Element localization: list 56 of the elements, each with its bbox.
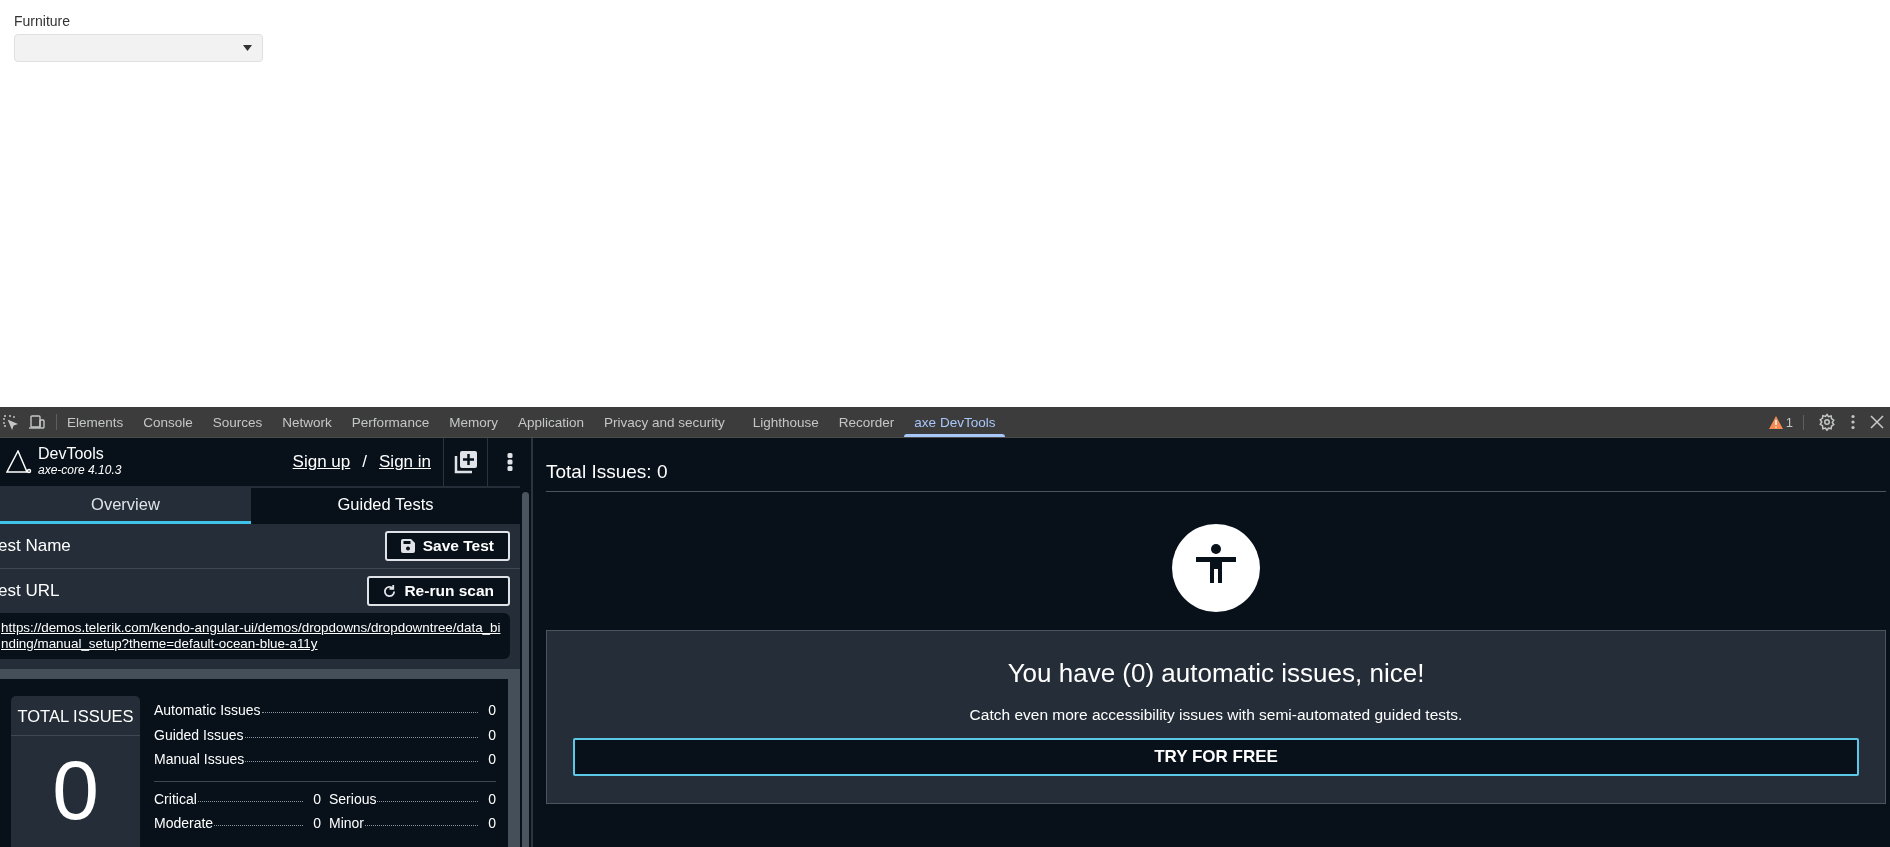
total-issues-title: TOTAL ISSUES: [11, 696, 140, 736]
sign-in-link[interactable]: Sign in: [379, 452, 431, 472]
brand-name: DevTools: [38, 446, 105, 462]
save-test-button[interactable]: Save Test: [384, 531, 510, 561]
issue-type-label: Guided Issues: [154, 726, 244, 743]
devtools-tab[interactable]: Elements: [57, 407, 134, 437]
settings-icon[interactable]: [1818, 413, 1836, 431]
devtools-tab[interactable]: Memory: [439, 407, 508, 437]
issue-count: 0: [488, 702, 496, 718]
warning-icon: [1768, 415, 1783, 429]
result-subtext: Catch even more accessibility issues with semi-automated guided tests.: [969, 706, 1463, 724]
device-toggle-icon[interactable]: [28, 414, 46, 430]
caret-icon: [243, 45, 252, 51]
triangle-logo-icon: [6, 450, 32, 474]
issue-type-label: Automatic Issues: [154, 702, 261, 718]
engine-version: axe-core 4.10.3: [38, 462, 122, 478]
accessibility-person-icon: [1172, 524, 1260, 612]
issue-count: 0: [488, 790, 496, 807]
issue-type-label: Serious: [329, 790, 377, 807]
warning-count[interactable]: 1: [1785, 414, 1793, 430]
engine-link[interactable]: axe-core: [38, 463, 85, 477]
scrollbar-thumb[interactable]: [522, 492, 529, 847]
plus-square-icon: [453, 450, 478, 474]
dropdown-field[interactable]: [14, 34, 263, 62]
issue-type-label: Manual Issues: [154, 751, 245, 767]
close-icon[interactable]: [1870, 415, 1884, 429]
issue-type-label: Minor: [329, 815, 364, 831]
sign-up-link[interactable]: Sign up: [292, 452, 351, 472]
devtools-tab[interactable]: Sources: [202, 407, 273, 437]
issue-count: 0: [313, 790, 321, 807]
rerun-scan-button[interactable]: Re-run scan: [367, 576, 510, 606]
total-issues-count: 0: [52, 742, 99, 838]
devtools-tab[interactable]: Lighthouse: [742, 407, 829, 437]
devtools-tab[interactable]: Console: [133, 407, 203, 437]
issue-type-label: Moderate: [154, 815, 214, 831]
devtools-tab[interactable]: Network: [272, 407, 342, 437]
results-heading: Total Issues: 0: [546, 448, 1886, 492]
issue-type-label: Critical: [154, 790, 197, 807]
issue-count: 0: [313, 815, 321, 831]
issue-count: 0: [488, 751, 496, 767]
result-message: You have (0) automatic issues, nice!: [1007, 658, 1425, 689]
devtools-tab[interactable]: Recorder: [828, 407, 905, 437]
more-options-icon[interactable]: [1850, 414, 1856, 430]
issue-count: 0: [488, 815, 496, 831]
inspect-icon[interactable]: [2, 414, 18, 430]
issue-count: 0: [488, 726, 496, 743]
field-label: Furniture: [14, 13, 71, 29]
refresh-icon: [383, 584, 397, 598]
kebab-icon: [506, 453, 513, 471]
devtools-tab[interactable]: Performance: [341, 407, 440, 437]
devtools-tab[interactable]: Application: [507, 407, 594, 437]
devtools-tab[interactable]: Privacy and security: [593, 407, 735, 437]
panel-tab[interactable]: Overview: [0, 488, 251, 524]
separator-text: /: [362, 452, 367, 472]
try-for-free-button[interactable]: TRY FOR FREE: [573, 738, 1859, 776]
devtools-tab[interactable]: axe DevTools: [904, 407, 1006, 437]
